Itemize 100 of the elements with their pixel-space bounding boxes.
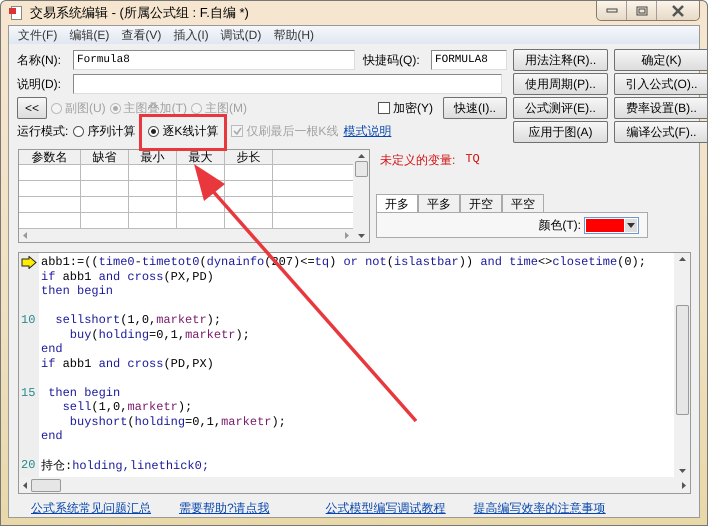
horizontal-scrollbar[interactable]: [19, 228, 353, 242]
scroll-down-icon: [358, 234, 364, 238]
scrollbar-thumb[interactable]: [354, 161, 368, 177]
code-line: then begin: [41, 284, 114, 298]
code-line: sell(1,0,marketr);: [62, 400, 192, 414]
table-cell: [19, 196, 81, 213]
horizontal-scrollbar[interactable]: [19, 477, 690, 493]
radio-label: 主图(M): [205, 100, 247, 116]
code-line: end: [41, 342, 63, 356]
checkbox[interactable]: [378, 102, 390, 114]
menu-item[interactable]: 调试(D): [216, 26, 268, 44]
minimize-icon: [606, 8, 618, 14]
close-icon: [671, 4, 685, 16]
table-cell: [129, 180, 177, 197]
error-label: 未定义的变量:: [380, 152, 456, 169]
dropdown-arrow-icon: [627, 222, 635, 228]
code-line: buy(holding=0,1,marketr);: [68, 328, 250, 342]
code-line: if abb1 and cross(PX,PD): [41, 270, 214, 284]
dialog-button[interactable]: 引入公式(O)..: [614, 73, 707, 95]
radio-label: 副图(U): [65, 100, 106, 116]
name-label: 名称(N):: [17, 52, 62, 68]
color-label: 颜色(T):: [538, 216, 581, 234]
run-mode-label: 运行模式:: [17, 122, 68, 140]
code-line: end: [41, 429, 63, 444]
table-cell: [81, 165, 129, 181]
table-cell: [19, 165, 81, 181]
name-field[interactable]: Formula8: [73, 50, 355, 70]
line-number: 15: [21, 386, 36, 400]
table-cell: [19, 180, 81, 197]
radio-label: 序列计算: [87, 122, 136, 140]
column-header[interactable]: 步长: [225, 150, 273, 165]
signal-tab[interactable]: 平空: [502, 194, 544, 212]
code-line: then begin: [47, 386, 120, 400]
table-cell: [81, 196, 129, 213]
scroll-right-icon: [345, 232, 349, 239]
vertical-scrollbar[interactable]: [674, 253, 690, 477]
minimize-button[interactable]: [597, 1, 627, 20]
radio-button[interactable]: [73, 126, 84, 136]
code-editor[interactable]: [18, 252, 691, 494]
help-link[interactable]: 公式系统常见问题汇总: [31, 500, 151, 517]
color-dropdown[interactable]: [584, 216, 639, 234]
radio-button[interactable]: [148, 126, 160, 136]
menu-item[interactable]: 文件(F): [13, 26, 64, 44]
signal-tab[interactable]: 开多: [376, 194, 418, 212]
column-header[interactable]: 缺省: [81, 150, 129, 165]
code-line: if abb1 and cross(PD,PX): [41, 356, 214, 371]
maximize-button[interactable]: [627, 1, 657, 20]
shortcut-field[interactable]: FORMULA8: [431, 50, 507, 70]
code-line: sellshort(1,0,marketr);: [54, 313, 222, 328]
document-icon: [8, 5, 24, 21]
table-cell: [225, 180, 273, 197]
table-cell: [129, 196, 177, 213]
scroll-left-icon: [23, 232, 27, 239]
menu-item[interactable]: 帮助(H): [268, 26, 321, 44]
help-link[interactable]: 公式模型编写调试教程: [326, 500, 446, 517]
description-field[interactable]: [73, 74, 502, 94]
close-button[interactable]: [657, 1, 699, 20]
code-line: 持仓:holding,linethick0;: [41, 458, 210, 474]
table-cell: [81, 180, 129, 197]
table-cell: [129, 165, 177, 181]
dialog-button[interactable]: 编译公式(F)..: [614, 121, 707, 143]
dialog-button[interactable]: 确定(K): [614, 49, 707, 71]
line-number: 10: [21, 313, 36, 328]
mode-help-link[interactable]: 模式说明: [343, 122, 392, 140]
signal-tab[interactable]: 开空: [460, 194, 502, 212]
shortcut-label: 快捷码(Q):: [363, 52, 421, 68]
vertical-scrollbar[interactable]: [353, 150, 369, 242]
dialog-button[interactable]: 费率设置(B)..: [614, 97, 707, 119]
scroll-up-icon: [358, 154, 364, 158]
checkbox-label: 仅刷最后一根K线: [246, 122, 338, 140]
table-cell: [225, 196, 273, 213]
dialog-button[interactable]: 使用周期(P)..: [513, 73, 608, 95]
collapse-button[interactable]: <<: [17, 97, 47, 119]
signal-tab[interactable]: 平多: [418, 194, 460, 212]
help-link[interactable]: 需要帮助?请点我: [179, 500, 270, 517]
quick-button[interactable]: 快速(I)..: [443, 97, 507, 119]
dialog-button[interactable]: 应用于图(A): [513, 121, 608, 143]
column-header[interactable]: 最小: [129, 150, 177, 165]
maximize-icon: [636, 6, 648, 16]
dialog-button[interactable]: 用法注释(R)..: [513, 49, 608, 71]
menu-item[interactable]: 插入(I): [168, 26, 216, 44]
scroll-left-icon: [23, 482, 27, 488]
menu-item[interactable]: 编辑(E): [64, 26, 116, 44]
code-line: buyshort(holding=0,1,marketr);: [68, 414, 286, 429]
description-label: 说明(D):: [17, 76, 62, 92]
table-cell: [225, 165, 273, 181]
dialog-button[interactable]: 公式测评(E)..: [513, 97, 608, 119]
radio-label: 主图叠加(T): [124, 100, 187, 116]
window-title: 交易系统编辑 - (所属公式组 : F.自编 *): [30, 4, 249, 22]
scroll-right-icon: [682, 482, 686, 488]
error-value: TQ: [465, 152, 480, 168]
radio-label: 逐K线计算: [162, 122, 218, 140]
scrollbar-thumb[interactable]: [31, 478, 61, 492]
line-number: 20: [21, 458, 36, 472]
checkbox-label: 加密(Y): [393, 100, 433, 116]
column-header[interactable]: 最大: [177, 150, 225, 165]
menu-item[interactable]: 查看(V): [116, 26, 168, 44]
column-header[interactable]: 参数名: [19, 150, 81, 165]
help-link[interactable]: 提高编写效率的注意事项: [474, 500, 606, 517]
scrollbar-thumb[interactable]: [676, 305, 688, 415]
